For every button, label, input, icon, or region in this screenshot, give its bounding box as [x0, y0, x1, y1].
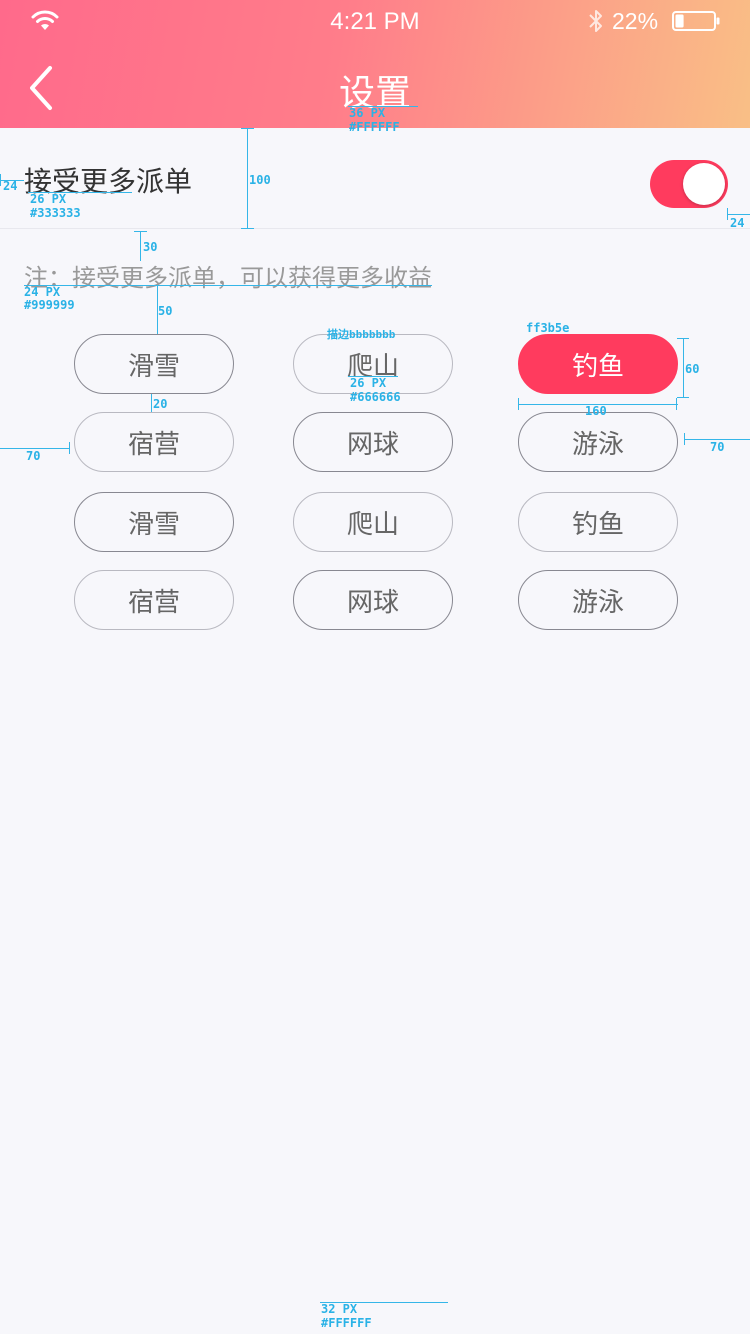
chip-swimming-2[interactable]: 游泳	[518, 570, 678, 630]
setting-row: 接受更多派单	[0, 128, 750, 229]
note-underline	[24, 285, 432, 286]
margin-tick-right	[727, 208, 728, 220]
chip-skiing-2[interactable]: 滑雪	[74, 492, 234, 552]
right-side-tick	[684, 433, 685, 445]
chip-width-annotation: 160	[585, 404, 607, 418]
chip-skiing[interactable]: 滑雪	[74, 334, 234, 394]
chip-camping[interactable]: 宿营	[74, 412, 234, 472]
note-color-annotation: #999999	[24, 298, 75, 312]
chip-width-tick-left	[518, 398, 519, 410]
chip-text-size-annotation: 26 PX	[350, 376, 387, 390]
chip-text-color-annotation: #666666	[350, 390, 401, 404]
title-color-annotation: #FFFFFF	[349, 120, 400, 134]
status-bar: 4:21 PM 22%	[0, 0, 750, 40]
margin-tick-left	[0, 174, 1, 186]
note-gap-tick	[134, 231, 147, 232]
note-gap-line	[140, 231, 141, 261]
row-gap-line	[151, 394, 152, 412]
chip-hiking-2[interactable]: 爬山	[293, 492, 453, 552]
accent-color-annotation: ff3b5e	[526, 321, 570, 335]
chip-gap-annotation: 50	[158, 304, 173, 318]
chip-camping-2[interactable]: 宿营	[74, 570, 234, 630]
chip-height-tick-top	[677, 338, 689, 339]
chip-width-tick-right	[676, 398, 677, 410]
row-height-tick-bottom	[241, 228, 254, 229]
bottom-color-annotation: #FFFFFF	[321, 1316, 372, 1330]
row-height-line	[247, 128, 248, 229]
chip-fishing-2[interactable]: 钓鱼	[518, 492, 678, 552]
left-margin-annotation: 24	[3, 179, 18, 193]
chip-tennis-2[interactable]: 网球	[293, 570, 453, 630]
bluetooth-icon	[589, 10, 602, 32]
row-height-annotation: 100	[249, 173, 271, 187]
label-color-annotation: #333333	[30, 206, 81, 220]
chip-height-line	[683, 338, 684, 398]
chip-height-tick-bottom	[677, 397, 689, 398]
accept-more-orders-toggle[interactable]	[650, 160, 728, 208]
row-height-tick-top	[241, 128, 254, 129]
battery-percent: 22%	[612, 8, 659, 34]
chip-tennis[interactable]: 网球	[293, 412, 453, 472]
left-side-tick	[69, 442, 70, 454]
chip-height-annotation: 60	[685, 362, 700, 376]
title-size-annotation: 36 PX	[349, 106, 386, 120]
row-gap-annotation: 20	[153, 397, 168, 411]
left-side-annotation: 70	[26, 449, 41, 463]
battery-icon	[672, 11, 720, 31]
right-margin-annotation: 24	[730, 216, 745, 230]
chip-swimming[interactable]: 游泳	[518, 412, 678, 472]
note-text: 注：接受更多派单，可以获得更多收益	[24, 264, 432, 292]
chip-fishing[interactable]: 钓鱼	[518, 334, 678, 394]
note-gap-annotation: 30	[143, 240, 158, 254]
bottom-size-annotation: 32 PX	[321, 1302, 358, 1316]
margin-line-right	[727, 214, 750, 215]
stroke-annotation: 描边bbbbbbb	[327, 328, 396, 341]
right-side-annotation: 70	[710, 440, 725, 454]
label-size-annotation: 26 PX	[30, 192, 67, 206]
toggle-knob	[683, 163, 725, 205]
